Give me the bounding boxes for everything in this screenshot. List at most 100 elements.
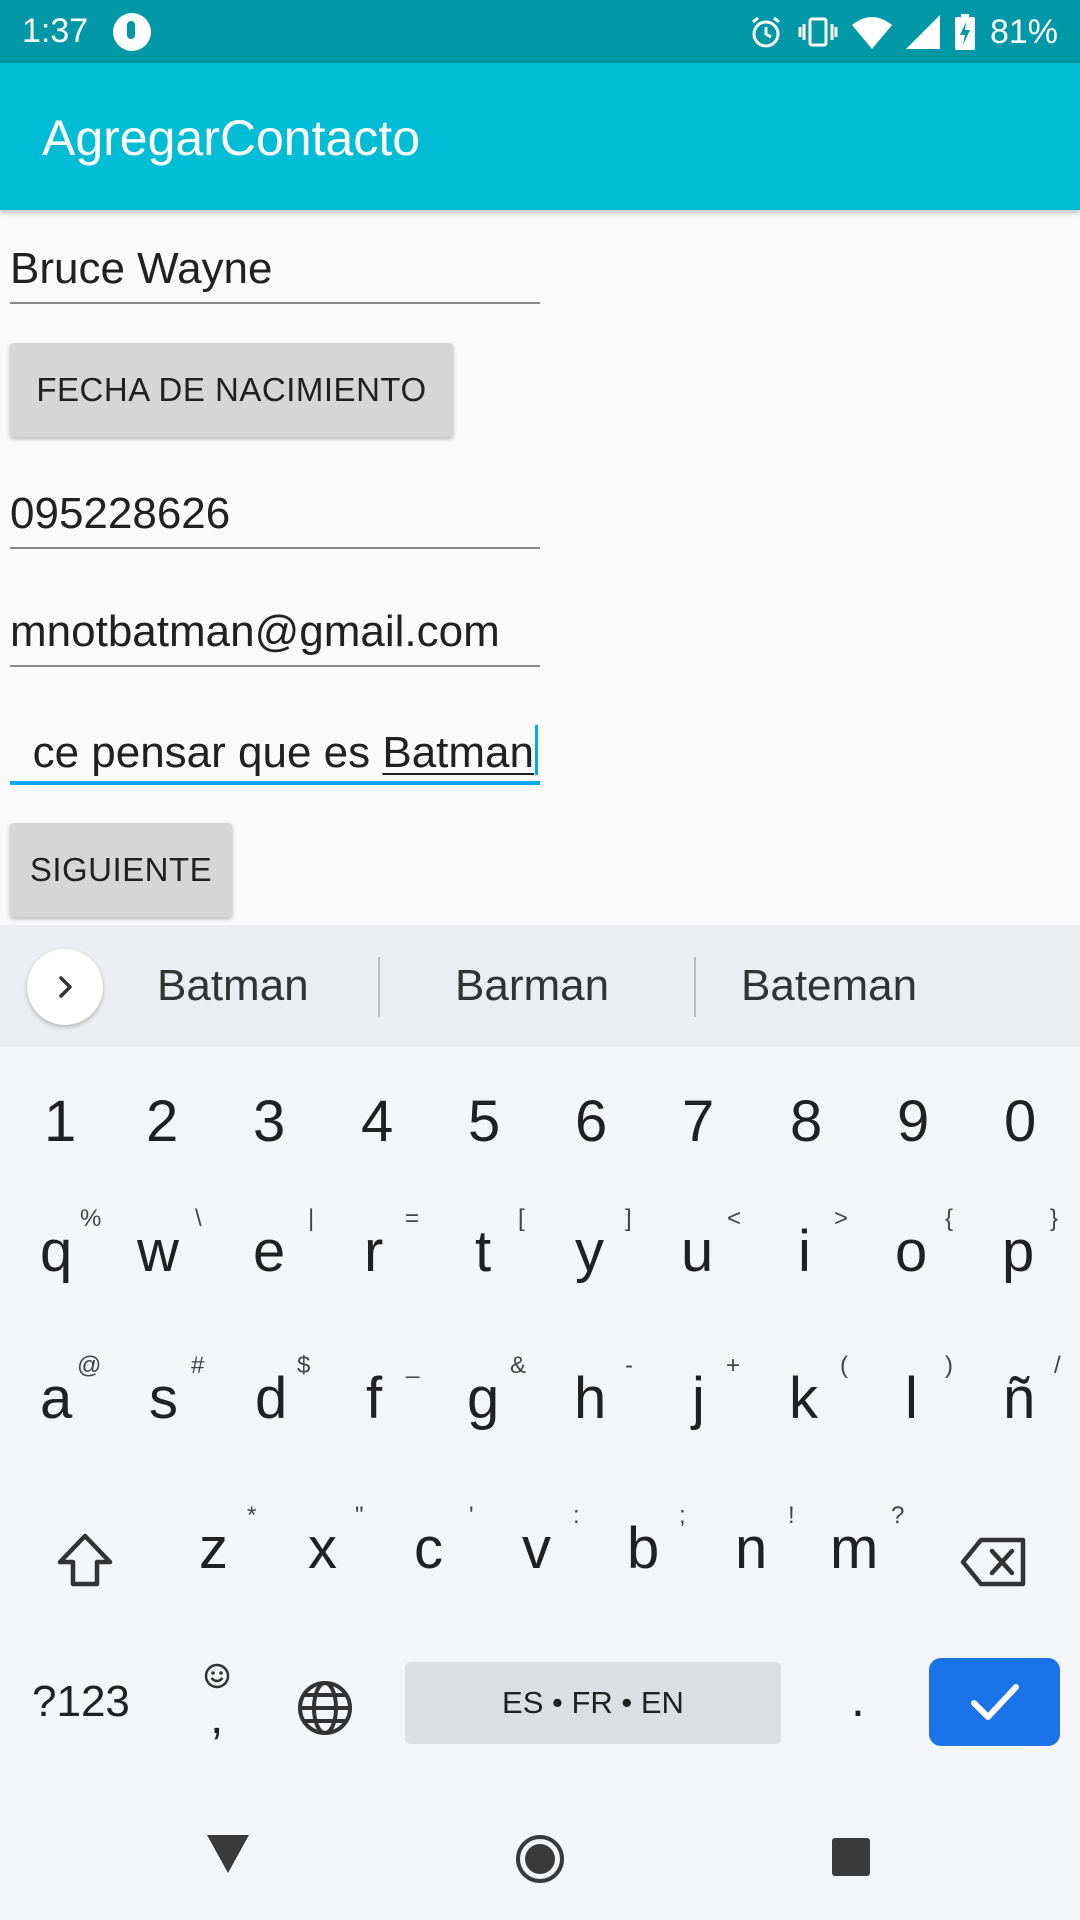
name-input-underline (10, 302, 540, 304)
key-hint: ] (625, 1205, 632, 1232)
phone-input-underline (10, 547, 540, 549)
key-m[interactable]: m (830, 1515, 878, 1582)
key-p[interactable]: p (1002, 1218, 1034, 1285)
key-g[interactable]: g (467, 1365, 499, 1432)
nav-home-button[interactable] (515, 1834, 565, 1889)
email-input[interactable]: mnotbatman@gmail.com (10, 607, 540, 667)
description-input[interactable]: ce pensar que es Batman (10, 725, 540, 785)
key-0[interactable]: 0 (1004, 1088, 1036, 1155)
done-key[interactable] (929, 1658, 1060, 1746)
navigation-bar (0, 1800, 1080, 1920)
checkmark-icon (970, 1684, 1019, 1720)
key-w[interactable]: w (137, 1218, 179, 1285)
key-hint: @ (77, 1352, 102, 1379)
notification-app-icon (113, 13, 151, 51)
key-k[interactable]: k (789, 1365, 818, 1432)
vibrate-icon (798, 17, 838, 47)
key-6[interactable]: 6 (575, 1088, 607, 1155)
key-hint: ' (469, 1502, 474, 1529)
key-hint: / (1054, 1352, 1061, 1379)
key-j[interactable]: j (692, 1365, 705, 1432)
battery-percentage: 81% (989, 12, 1058, 51)
suggestion-strip: Batman Barman Bateman (0, 925, 1080, 1047)
phone-input[interactable]: 095228626 (10, 489, 540, 549)
key-hint: * (247, 1502, 257, 1529)
key-q[interactable]: q (40, 1218, 72, 1285)
comma-key[interactable]: , (200, 1662, 240, 1752)
shift-icon (57, 1533, 113, 1587)
key-hint: { (945, 1205, 954, 1232)
key-v[interactable]: v (522, 1515, 551, 1582)
nav-back-button[interactable] (205, 1833, 251, 1880)
key-8[interactable]: 8 (790, 1088, 822, 1155)
key-2[interactable]: 2 (146, 1088, 178, 1155)
key-n[interactable]: n (735, 1515, 767, 1582)
key-4[interactable]: 4 (361, 1088, 393, 1155)
back-icon (207, 1835, 249, 1873)
key-7[interactable]: 7 (682, 1088, 714, 1155)
key-hint: = (405, 1205, 420, 1232)
key-f[interactable]: f (366, 1365, 382, 1432)
key-hint: : (573, 1502, 580, 1529)
backspace-key[interactable] (959, 1536, 1029, 1593)
key-i[interactable]: i (798, 1218, 811, 1285)
expand-suggestions-button[interactable] (27, 949, 103, 1025)
alarm-icon (752, 16, 780, 48)
key-hint: } (1050, 1205, 1059, 1232)
key-b[interactable]: b (627, 1515, 659, 1582)
key-hint: [ (518, 1205, 525, 1232)
key-hint: ; (679, 1502, 686, 1529)
nav-recents-button[interactable] (831, 1837, 871, 1882)
keyboard: Batman Barman Bateman 1 2 3 4 5 6 7 8 9 … (0, 925, 1080, 1920)
suggestion-divider (378, 957, 380, 1017)
key-r[interactable]: r (364, 1218, 383, 1285)
status-time: 1:37 (22, 12, 89, 50)
period-key[interactable]: . (851, 1670, 865, 1728)
key-hint: + (726, 1352, 741, 1379)
recents-icon (832, 1838, 870, 1876)
suggestion-2[interactable]: Barman (455, 961, 609, 1011)
battery-charging-icon (954, 14, 975, 50)
key-t[interactable]: t (475, 1218, 491, 1285)
key-x[interactable]: x (308, 1515, 337, 1582)
shift-key[interactable] (54, 1530, 116, 1595)
symbols-key[interactable]: ?123 (32, 1677, 130, 1727)
key-hint: > (834, 1205, 849, 1232)
key-3[interactable]: 3 (253, 1088, 285, 1155)
key-hint: | (308, 1205, 315, 1232)
globe-icon (298, 1681, 352, 1735)
wifi-icon (851, 17, 892, 49)
next-button[interactable]: SIGUIENTE (10, 823, 232, 917)
key-l[interactable]: l (905, 1365, 918, 1432)
key-s[interactable]: s (149, 1365, 178, 1432)
signal-icon (905, 15, 940, 49)
key-n-tilde[interactable]: ñ (1003, 1365, 1035, 1432)
comma-key-label: , (210, 1691, 224, 1744)
key-1[interactable]: 1 (44, 1088, 76, 1155)
chevron-right-icon (59, 976, 72, 998)
name-input-value: Bruce Wayne (10, 244, 273, 293)
description-input-text: ce pensar que es Batman (33, 725, 538, 778)
home-icon (516, 1835, 564, 1883)
language-key[interactable] (296, 1679, 354, 1742)
key-hint: \ (195, 1205, 202, 1232)
key-o[interactable]: o (895, 1218, 927, 1285)
key-d[interactable]: d (255, 1365, 287, 1432)
key-hint: ) (945, 1352, 953, 1379)
key-e[interactable]: e (253, 1218, 285, 1285)
key-z[interactable]: z (199, 1515, 228, 1582)
space-bar[interactable]: ES • FR • EN (405, 1662, 781, 1744)
suggestion-1[interactable]: Batman (157, 961, 309, 1011)
key-9[interactable]: 9 (897, 1088, 929, 1155)
suggestion-3[interactable]: Bateman (741, 961, 917, 1011)
key-y[interactable]: y (575, 1218, 604, 1285)
key-5[interactable]: 5 (468, 1088, 500, 1155)
key-a[interactable]: a (40, 1365, 72, 1432)
key-hint: ( (840, 1352, 848, 1379)
key-c[interactable]: c (414, 1515, 443, 1582)
key-u[interactable]: u (681, 1218, 713, 1285)
birthdate-button[interactable]: FECHA DE NACIMIENTO (10, 343, 453, 437)
key-h[interactable]: h (574, 1365, 606, 1432)
name-input[interactable]: Bruce Wayne (10, 244, 540, 304)
description-prefix: ce pensar que es (32, 728, 383, 777)
